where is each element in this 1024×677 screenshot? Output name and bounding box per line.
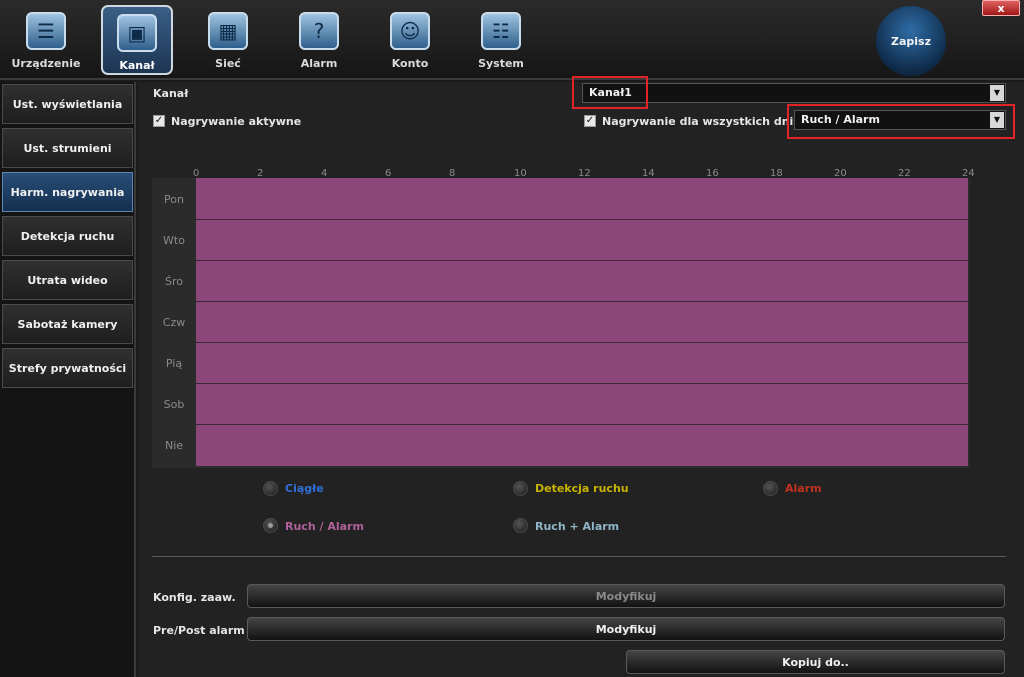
radio-motion[interactable] xyxy=(513,481,528,496)
grid-row-divider xyxy=(196,383,968,384)
tab-channel[interactable]: ▣ Kanał xyxy=(101,5,173,75)
tab-alarm[interactable]: ? Alarm xyxy=(283,5,355,75)
sidebar-item-privacy-zones[interactable]: Strefy prywatności xyxy=(2,348,133,388)
radio-motion-and-alarm[interactable] xyxy=(513,518,528,533)
sidebar-item-video-loss[interactable]: Utrata wideo xyxy=(2,260,133,300)
recording-active-label: Nagrywanie aktywne xyxy=(171,115,302,128)
prepost-alarm-label: Pre/Post alarm xyxy=(153,624,245,637)
all-days-checkbox[interactable]: ✓ xyxy=(584,115,596,127)
legend-continuous: Ciągłe xyxy=(285,482,324,495)
tab-device[interactable]: ☰ Urządzenie xyxy=(10,5,82,75)
day-label: Śro xyxy=(165,275,183,288)
network-icon: ▦ xyxy=(208,12,248,50)
sidebar-item-recording-schedule[interactable]: Harm. nagrywania xyxy=(2,172,133,212)
sidebar-item-label: Harm. nagrywania xyxy=(10,185,125,199)
all-days-label: Nagrywanie dla wszystkich dni xyxy=(602,115,794,128)
legend-motion: Detekcja ruchu xyxy=(535,482,629,495)
tab-label: Sieć xyxy=(215,57,241,70)
tab-label: Urządzenie xyxy=(11,57,81,70)
tab-label: Kanał xyxy=(119,59,155,72)
day-label: Pią xyxy=(165,357,183,370)
legend-motion-or-alarm: Ruch / Alarm xyxy=(285,520,364,533)
grid-row-divider xyxy=(196,219,968,220)
save-button[interactable]: Zapisz xyxy=(876,6,946,76)
sidebar-item-stream-settings[interactable]: Ust. strumieni xyxy=(2,128,133,168)
sidebar-item-label: Ust. wyświetlania xyxy=(12,97,123,111)
device-icon: ☰ xyxy=(26,12,66,50)
system-icon: ☷ xyxy=(481,12,521,50)
alarm-icon: ? xyxy=(299,12,339,50)
sidebar-item-display-settings[interactable]: Ust. wyświetlania xyxy=(2,84,133,124)
day-label: Pon xyxy=(164,193,184,206)
radio-continuous[interactable] xyxy=(263,481,278,496)
sidebar-item-label: Strefy prywatności xyxy=(8,361,127,375)
tab-label: System xyxy=(478,57,524,70)
day-label: Czw xyxy=(162,316,186,329)
sidebar-item-label: Utrata wideo xyxy=(27,273,108,287)
schedule-cells[interactable] xyxy=(196,178,968,466)
tab-label: Konto xyxy=(391,57,429,70)
grid-row-divider xyxy=(196,424,968,425)
grid-row-divider xyxy=(196,260,968,261)
tab-system[interactable]: ☷ System xyxy=(465,5,537,75)
recording-active-checkbox[interactable]: ✓ xyxy=(153,115,165,127)
account-icon: ☺ xyxy=(390,12,430,50)
mode-highlight xyxy=(787,104,1015,139)
prepost-alarm-button[interactable]: Modyfikuj xyxy=(247,617,1005,641)
channel-label: Kanał xyxy=(153,87,189,100)
day-label: Sob xyxy=(163,398,185,411)
close-icon: x xyxy=(997,1,1005,15)
radio-motion-or-alarm[interactable] xyxy=(263,518,278,533)
sidebar-item-motion-detection[interactable]: Detekcja ruchu xyxy=(2,216,133,256)
button-label: Kopiuj do.. xyxy=(782,655,849,669)
copy-to-button[interactable]: Kopiuj do.. xyxy=(626,650,1005,674)
legend-motion-and-alarm: Ruch + Alarm xyxy=(535,520,620,533)
advanced-config-button[interactable]: Modyfikuj xyxy=(247,584,1005,608)
channel-icon: ▣ xyxy=(117,14,157,52)
channel-highlight xyxy=(572,76,648,109)
radio-alarm[interactable] xyxy=(763,481,778,496)
sidebar-item-label: Ust. strumieni xyxy=(23,141,112,155)
tab-network[interactable]: ▦ Sieć xyxy=(192,5,264,75)
close-button[interactable]: x xyxy=(982,0,1020,16)
sidebar: Ust. wyświetlania Ust. strumieni Harm. n… xyxy=(0,82,136,677)
chevron-down-icon: ▼ xyxy=(990,85,1004,101)
sidebar-item-camera-tamper[interactable]: Sabotaż kamery xyxy=(2,304,133,344)
sidebar-item-label: Sabotaż kamery xyxy=(17,317,118,331)
tab-account[interactable]: ☺ Konto xyxy=(374,5,446,75)
sidebar-item-label: Detekcja ruchu xyxy=(20,229,115,243)
main-panel: Kanał Kanał1 ▼ ✓ Nagrywanie aktywne ✓ Na… xyxy=(138,76,1024,677)
legend-alarm: Alarm xyxy=(785,482,822,495)
top-navigation-bar: ☰ Urządzenie ▣ Kanał ▦ Sieć ? Alarm ☺ Ko… xyxy=(0,0,1024,80)
grid-row-divider xyxy=(196,301,968,302)
tab-label: Alarm xyxy=(300,57,338,70)
advanced-config-label: Konfig. zaaw. xyxy=(153,591,236,604)
button-label: Modyfikuj xyxy=(595,589,657,603)
day-label: Nie xyxy=(164,439,184,452)
save-label: Zapisz xyxy=(891,34,931,48)
schedule-grid: Pon Wto Śro Czw Pią Sob Nie xyxy=(152,178,970,468)
button-label: Modyfikuj xyxy=(595,622,657,636)
grid-row-divider xyxy=(196,342,968,343)
day-label: Wto xyxy=(163,234,185,247)
section-divider xyxy=(152,556,1006,557)
